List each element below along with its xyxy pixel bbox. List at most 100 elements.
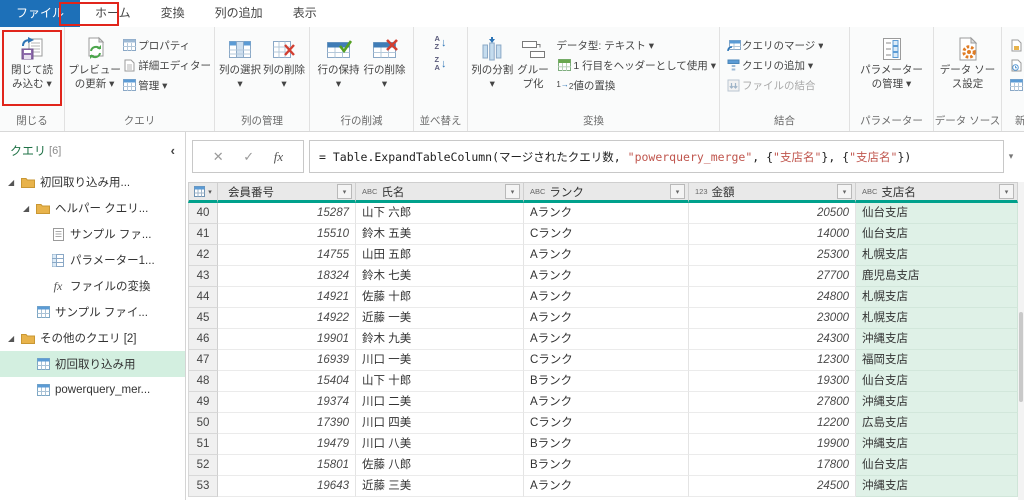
row-number[interactable]: 48 xyxy=(188,371,218,392)
vertical-scrollbar[interactable] xyxy=(1018,182,1024,500)
sidebar-item[interactable]: 初回取り込み用 xyxy=(0,351,185,377)
sidebar-item[interactable]: ◢ 初回取り込み用... xyxy=(0,169,185,195)
filter-icon[interactable]: ▾ xyxy=(505,184,520,199)
row-number[interactable]: 50 xyxy=(188,413,218,434)
sidebar-item[interactable]: サンプル ファイ... xyxy=(0,299,185,325)
table-cell[interactable]: 15801 xyxy=(218,455,356,476)
table-cell[interactable]: 川口 一美 xyxy=(356,350,524,371)
table-cell[interactable]: Cランク xyxy=(524,224,689,245)
table-cell[interactable]: 19374 xyxy=(218,392,356,413)
fx-icon[interactable]: fx xyxy=(274,149,283,165)
table-cell[interactable]: 17800 xyxy=(689,455,856,476)
row-number[interactable]: 43 xyxy=(188,266,218,287)
sidebar-item[interactable]: fx ファイルの変換 xyxy=(0,273,185,299)
data-type-button[interactable]: データ型: テキスト ▾ xyxy=(556,35,716,55)
table-cell[interactable]: 佐藤 八郎 xyxy=(356,455,524,476)
sort-ascending-button[interactable]: AZ ↓ xyxy=(435,34,447,51)
row-number[interactable]: 51 xyxy=(188,434,218,455)
table-cell[interactable]: 12300 xyxy=(689,350,856,371)
append-queries-button[interactable]: クエリの追加 ▾ xyxy=(725,55,823,75)
table-cell[interactable]: Cランク xyxy=(524,350,689,371)
data-source-settings-button[interactable]: データ ソース設定 xyxy=(937,32,998,91)
split-column-button[interactable]: 列の分割 ▾ xyxy=(471,32,514,91)
recent-sources-button[interactable]: 最近の xyxy=(1008,55,1024,75)
group-by-button[interactable]: グループ化 xyxy=(514,32,553,91)
row-number[interactable]: 41 xyxy=(188,224,218,245)
table-cell[interactable]: 24500 xyxy=(689,476,856,497)
sidebar-item[interactable]: サンプル ファ... xyxy=(0,221,185,247)
row-number[interactable]: 46 xyxy=(188,329,218,350)
table-cell[interactable]: 札幌支店 xyxy=(856,287,1018,308)
table-cell[interactable]: 山下 六郎 xyxy=(356,203,524,224)
vertical-scrollbar-thumb[interactable] xyxy=(1019,312,1023,402)
refresh-preview-button[interactable]: プレビューの更新 ▾ xyxy=(68,32,121,91)
table-cell[interactable]: 27700 xyxy=(689,266,856,287)
table-cell[interactable]: 14922 xyxy=(218,308,356,329)
table-cell[interactable]: Aランク xyxy=(524,203,689,224)
table-cell[interactable]: 14921 xyxy=(218,287,356,308)
table-cell[interactable]: 鈴木 九美 xyxy=(356,329,524,350)
table-cell[interactable]: 山下 十郎 xyxy=(356,371,524,392)
table-cell[interactable]: 近藤 一美 xyxy=(356,308,524,329)
use-first-row-as-headers-button[interactable]: 1 行目をヘッダーとして使用 ▾ xyxy=(556,55,716,75)
filter-icon[interactable]: ▾ xyxy=(999,184,1014,199)
table-cell[interactable]: 沖縄支店 xyxy=(856,329,1018,350)
row-number[interactable]: 53 xyxy=(188,476,218,497)
table-cell[interactable]: 24300 xyxy=(689,329,856,350)
row-number[interactable]: 49 xyxy=(188,392,218,413)
table-cell[interactable]: Bランク xyxy=(524,455,689,476)
manage-button[interactable]: 管理 ▾ xyxy=(121,75,211,95)
tree-expander-icon[interactable]: ◢ xyxy=(8,334,19,343)
table-cell[interactable]: 沖縄支店 xyxy=(856,434,1018,455)
tree-expander-icon[interactable]: ◢ xyxy=(23,204,34,213)
sidebar-item[interactable]: powerquery_mer... xyxy=(0,377,185,403)
row-number[interactable]: 52 xyxy=(188,455,218,476)
column-header-amount[interactable]: 123 金額 ▾ xyxy=(689,182,856,203)
table-cell[interactable]: 沖縄支店 xyxy=(856,476,1018,497)
sort-descending-button[interactable]: ZA ↓ xyxy=(435,55,447,72)
table-cell[interactable]: 鹿児島支店 xyxy=(856,266,1018,287)
table-cell[interactable]: 鈴木 五美 xyxy=(356,224,524,245)
table-cell[interactable]: 沖縄支店 xyxy=(856,392,1018,413)
table-cell[interactable]: 15404 xyxy=(218,371,356,392)
remove-rows-button[interactable]: 行の削除 ▾ xyxy=(362,32,408,91)
table-cell[interactable]: 14755 xyxy=(218,245,356,266)
table-cell[interactable]: Aランク xyxy=(524,329,689,350)
table-cell[interactable]: 19300 xyxy=(689,371,856,392)
merge-queries-button[interactable]: クエリのマージ ▾ xyxy=(725,35,823,55)
table-cell[interactable]: 18324 xyxy=(218,266,356,287)
expand-formula-bar-icon[interactable]: ▾ xyxy=(1004,140,1018,173)
choose-columns-button[interactable]: 列の選択 ▾ xyxy=(218,32,262,91)
commit-formula-icon[interactable]: ✓ xyxy=(243,149,254,165)
properties-button[interactable]: プロパティ xyxy=(121,35,211,55)
table-cell[interactable]: 14000 xyxy=(689,224,856,245)
table-cell[interactable]: 16939 xyxy=(218,350,356,371)
table-cell[interactable]: Bランク xyxy=(524,371,689,392)
column-header-member-no[interactable]: 会員番号 ▾ xyxy=(218,182,356,203)
row-number[interactable]: 44 xyxy=(188,287,218,308)
sidebar-item[interactable]: ◢ ヘルパー クエリ... xyxy=(0,195,185,221)
table-cell[interactable]: Aランク xyxy=(524,287,689,308)
table-cell[interactable]: 広島支店 xyxy=(856,413,1018,434)
table-cell[interactable]: Cランク xyxy=(524,413,689,434)
cancel-formula-icon[interactable]: ✕ xyxy=(213,149,224,165)
table-cell[interactable]: 仙台支店 xyxy=(856,224,1018,245)
new-source-button[interactable]: 新しい xyxy=(1008,35,1024,55)
table-cell[interactable]: 24800 xyxy=(689,287,856,308)
select-all-corner[interactable]: ▾ xyxy=(188,182,218,203)
row-number[interactable]: 40 xyxy=(188,203,218,224)
table-cell[interactable]: 20500 xyxy=(689,203,856,224)
table-cell[interactable]: 川口 八美 xyxy=(356,434,524,455)
formula-input[interactable]: = Table.ExpandTableColumn(マージされたクエリ数, "p… xyxy=(309,140,1004,173)
table-cell[interactable]: 川口 二美 xyxy=(356,392,524,413)
collapse-pane-icon[interactable]: ‹ xyxy=(171,143,177,158)
row-number[interactable]: 45 xyxy=(188,308,218,329)
table-cell[interactable]: 27800 xyxy=(689,392,856,413)
table-cell[interactable]: 15510 xyxy=(218,224,356,245)
filter-icon[interactable]: ▾ xyxy=(670,184,685,199)
manage-parameters-button[interactable]: パラメーターの管理 ▾ xyxy=(858,32,926,91)
row-number[interactable]: 42 xyxy=(188,245,218,266)
table-cell[interactable]: 佐藤 十郎 xyxy=(356,287,524,308)
table-cell[interactable]: 札幌支店 xyxy=(856,308,1018,329)
sidebar-item[interactable]: ◢ その他のクエリ [2] xyxy=(0,325,185,351)
